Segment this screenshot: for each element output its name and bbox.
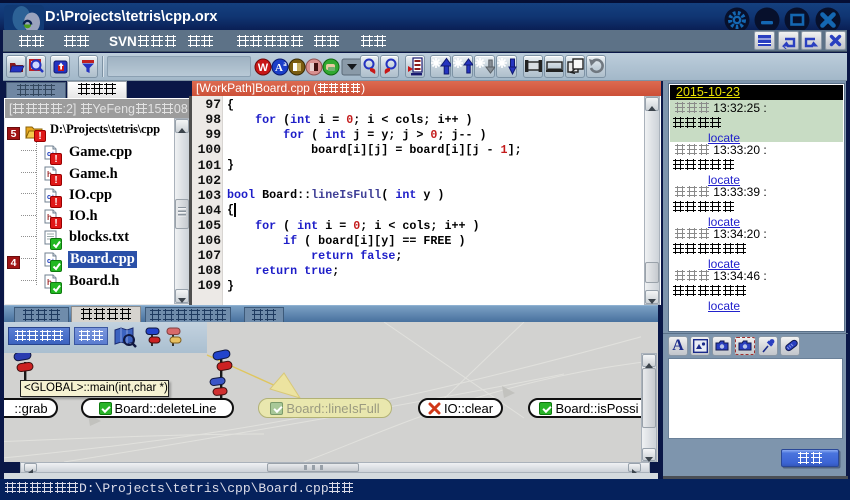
svg-text:W: W: [258, 62, 269, 74]
svg-text:a: a: [283, 60, 287, 68]
svg-text:A: A: [275, 62, 283, 74]
